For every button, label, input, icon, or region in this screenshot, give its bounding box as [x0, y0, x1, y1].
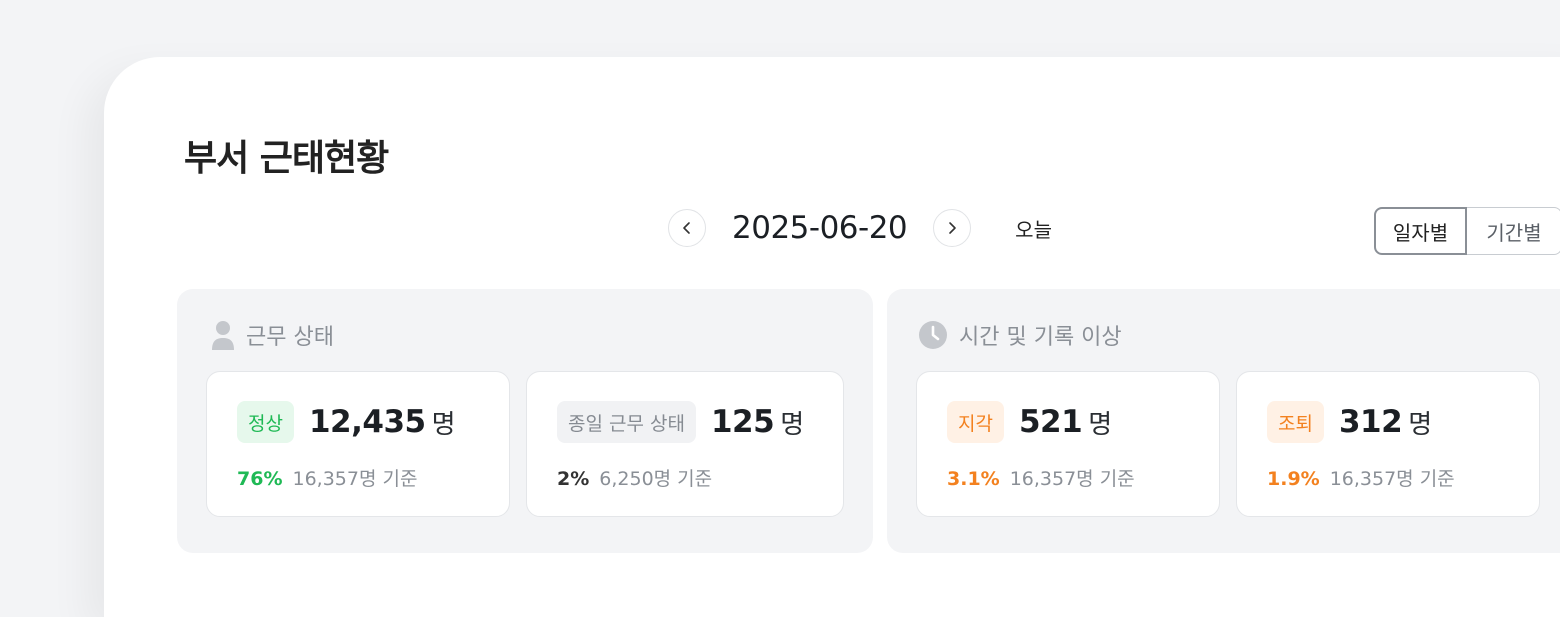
stat-value: 125: [710, 404, 775, 440]
stat-unit: 명: [780, 409, 805, 440]
page-title: 부서 근태현황: [184, 138, 389, 179]
period-view-button[interactable]: 기간별: [1467, 207, 1560, 255]
stat-value: 12,435: [308, 404, 426, 440]
prev-date-button[interactable]: [668, 209, 706, 247]
person-icon: [211, 319, 235, 351]
chevron-right-icon: [949, 222, 956, 234]
current-date: 2025-06-20: [732, 210, 908, 246]
stat-unit: 명: [1088, 409, 1113, 440]
stat-percent: 2%: [557, 468, 590, 490]
status-badge: 정상: [237, 401, 294, 443]
stat-card-late: 지각 521 명 3.1% 16,357명 기준: [916, 371, 1220, 517]
date-navigator: 2025-06-20 오늘: [668, 207, 1052, 249]
stat-card-early-leave: 조퇴 312 명 1.9% 16,357명 기준: [1236, 371, 1540, 517]
stat-basis: 16,357명 기준: [1009, 468, 1135, 490]
status-badge: 종일 근무 상태: [557, 401, 696, 443]
chevron-left-icon: [683, 222, 690, 234]
panel-title: 근무 상태: [246, 325, 334, 350]
stat-value: 521: [1018, 404, 1083, 440]
panel-header: 시간 및 기록 이상: [918, 319, 1122, 351]
stat-percent: 1.9%: [1267, 468, 1320, 490]
daily-view-button[interactable]: 일자별: [1374, 207, 1467, 255]
stat-value: 312: [1338, 404, 1403, 440]
panel-header: 근무 상태: [211, 319, 334, 351]
next-date-button[interactable]: [933, 209, 972, 247]
stat-card-normal: 정상 12,435 명 76% 16,357명 기준: [206, 371, 510, 517]
view-toggle: 일자별 기간별: [1374, 207, 1560, 255]
status-badge: 조퇴: [1267, 401, 1324, 443]
stat-percent: 76%: [237, 468, 283, 490]
stat-basis: 16,357명 기준: [1329, 468, 1455, 490]
attendance-card: 부서 근태현황 2025-06-20 오늘 일자별 기간별 근무 상태 정상 1…: [104, 57, 1560, 617]
status-badge: 지각: [947, 401, 1004, 443]
stat-percent: 3.1%: [947, 468, 1000, 490]
stat-card-all-day: 종일 근무 상태 125 명 2% 6,250명 기준: [526, 371, 844, 517]
stat-unit: 명: [1408, 409, 1433, 440]
clock-icon: [918, 320, 948, 350]
stat-basis: 16,357명 기준: [292, 468, 418, 490]
time-anomaly-panel: 시간 및 기록 이상 지각 521 명 3.1% 16,357명 기준 조퇴 3…: [887, 289, 1560, 553]
panel-title: 시간 및 기록 이상: [959, 325, 1122, 350]
stat-basis: 6,250명 기준: [599, 468, 713, 490]
today-button[interactable]: 오늘: [1015, 214, 1052, 243]
stat-unit: 명: [431, 409, 456, 440]
work-status-panel: 근무 상태 정상 12,435 명 76% 16,357명 기준 종일 근무 상…: [177, 289, 873, 553]
